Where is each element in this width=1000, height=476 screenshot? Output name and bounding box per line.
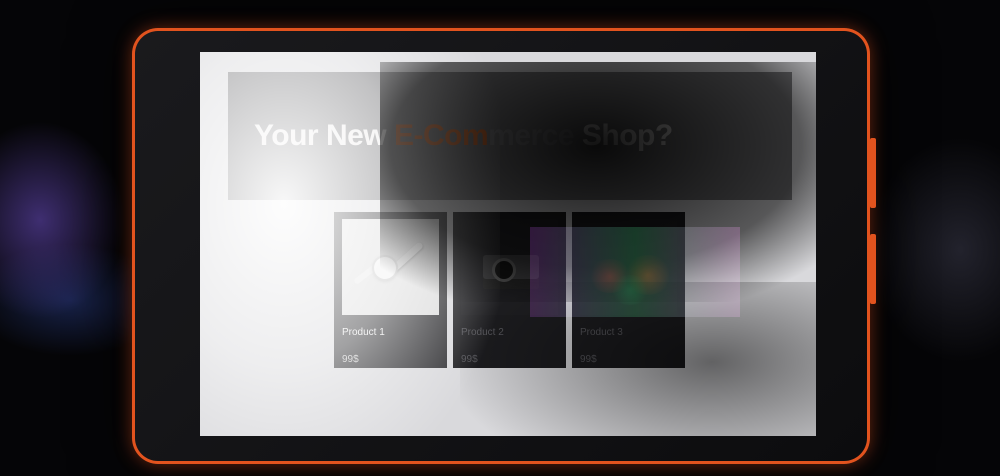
backdrop: Your New E-Commerce Shop? Product 1 99$ <box>0 0 1000 476</box>
hero-title-text: Your New <box>254 119 394 152</box>
tablet-device: Your New E-Commerce Shop? Product 1 99$ <box>132 28 876 464</box>
camera-image <box>461 219 558 315</box>
product-price: 99$ <box>580 354 597 365</box>
smartwatch-image <box>342 219 439 315</box>
product-card[interactable]: Product 3 99$ <box>572 212 685 368</box>
tablet-screen: Your New E-Commerce Shop? Product 1 99$ <box>200 52 816 436</box>
product-card[interactable]: Product 1 99$ <box>334 212 447 368</box>
product-price: 99$ <box>461 354 478 365</box>
hero-title-accent: E-Com <box>393 119 489 152</box>
product-name: Product 1 <box>342 327 385 338</box>
product-name: Product 2 <box>461 327 504 338</box>
product-name: Product 3 <box>580 327 623 338</box>
hero-title-end: Shop? <box>574 119 673 152</box>
product-price: 99$ <box>342 354 359 365</box>
hero-banner: Your New E-Commerce Shop? <box>228 72 792 200</box>
product-card[interactable]: Product 2 99$ <box>453 212 566 368</box>
hero-title: Your New E-Commerce Shop? <box>254 119 673 153</box>
product-grid: Product 1 99$ Product 2 99$ Product 3 99… <box>334 212 685 368</box>
colorful-abstract-image <box>580 219 677 315</box>
hero-title-muted: merce <box>488 119 575 152</box>
